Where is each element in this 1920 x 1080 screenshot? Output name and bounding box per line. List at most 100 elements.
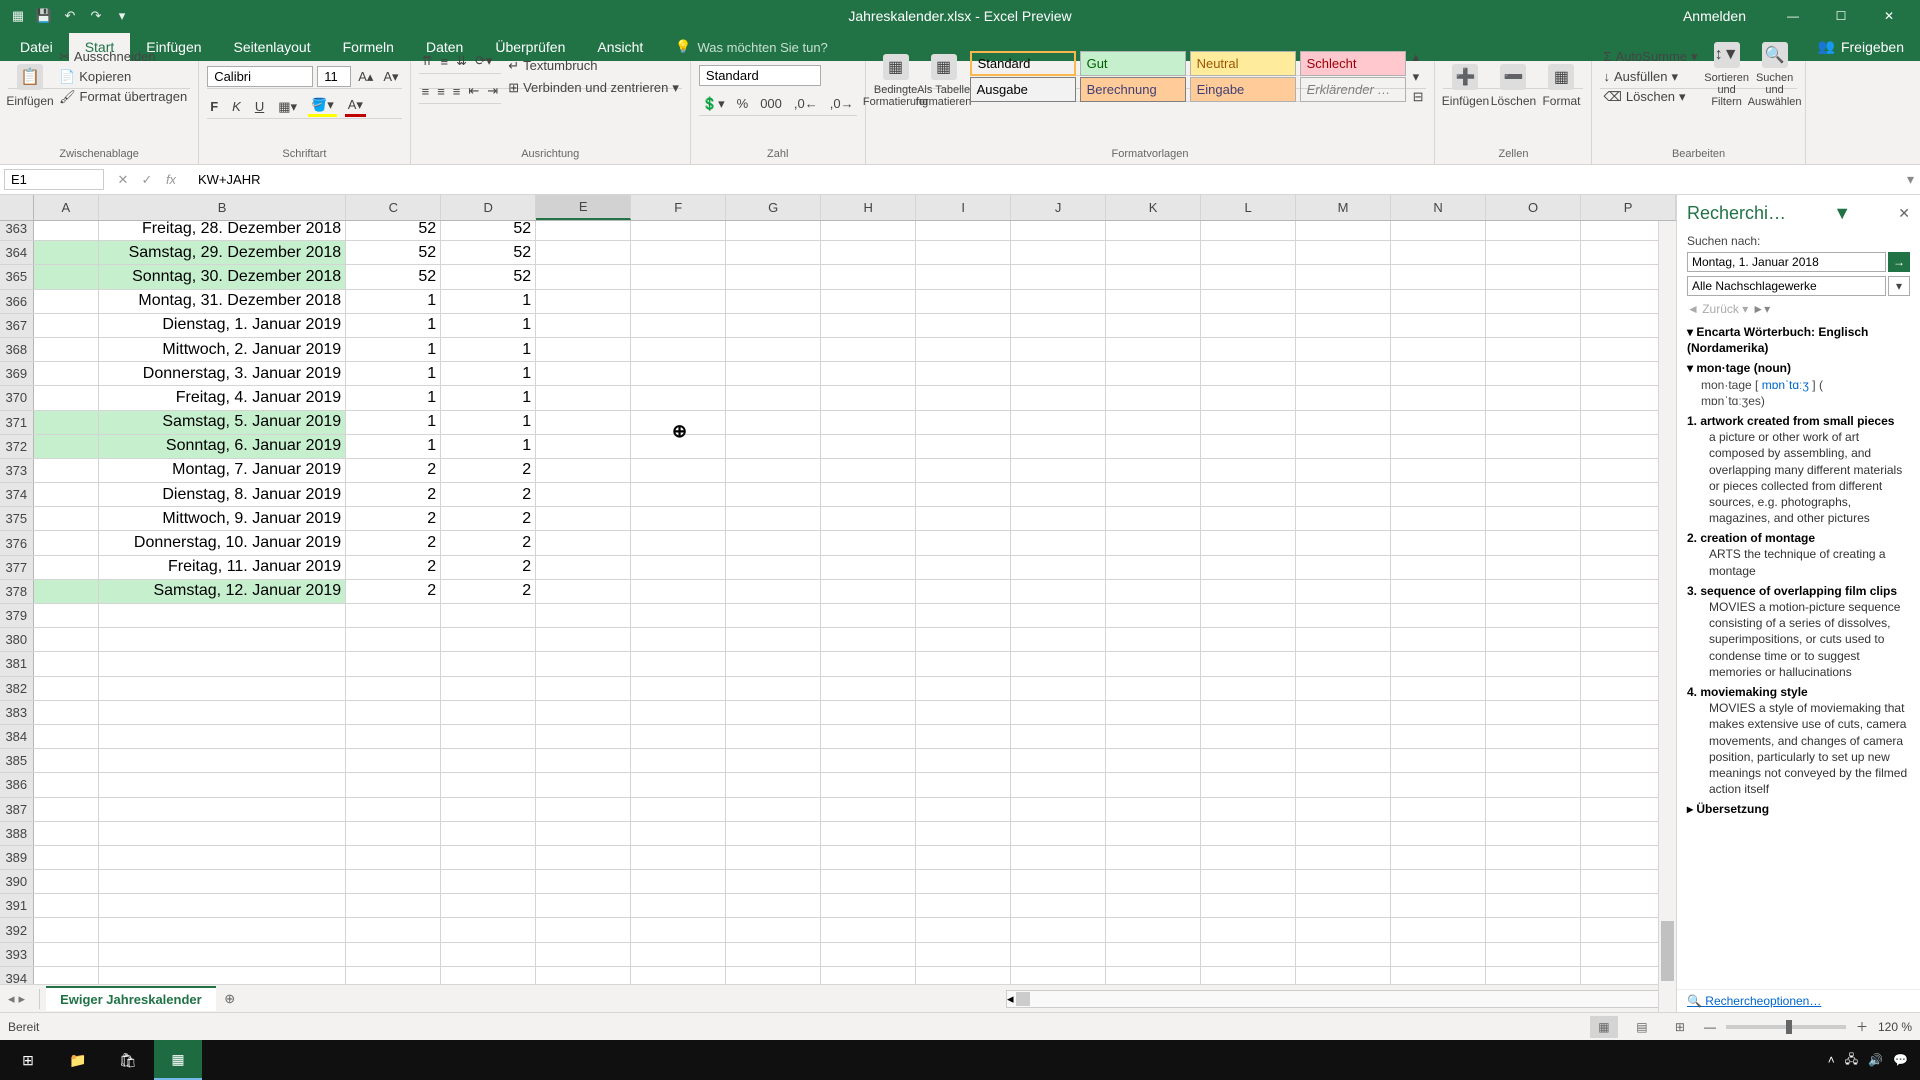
cell[interactable] <box>1296 435 1391 458</box>
zoom-out-icon[interactable]: — <box>1704 1020 1716 1034</box>
cell[interactable] <box>99 967 346 984</box>
cell[interactable] <box>1486 241 1581 264</box>
cell[interactable] <box>536 894 631 917</box>
row-header[interactable]: 366 <box>0 290 34 313</box>
cell[interactable] <box>536 338 631 361</box>
cell[interactable] <box>34 652 99 675</box>
cell[interactable] <box>1106 967 1201 984</box>
cell[interactable] <box>1391 580 1486 603</box>
cell[interactable] <box>1201 628 1296 651</box>
cell[interactable] <box>1486 846 1581 869</box>
cell[interactable] <box>1486 507 1581 530</box>
cell[interactable] <box>1011 628 1106 651</box>
cell[interactable] <box>1201 701 1296 724</box>
cell[interactable] <box>1201 677 1296 700</box>
orientation-icon[interactable]: ⟳▾ <box>472 52 495 70</box>
cell[interactable] <box>34 531 99 554</box>
cell[interactable] <box>726 870 821 893</box>
cell[interactable] <box>1011 725 1106 748</box>
cell[interactable]: Montag, 31. Dezember 2018 <box>99 290 346 313</box>
cell[interactable] <box>1391 483 1486 506</box>
cell[interactable] <box>631 531 726 554</box>
cell[interactable] <box>1011 652 1106 675</box>
cell[interactable] <box>1106 918 1201 941</box>
cell[interactable] <box>1296 338 1391 361</box>
cell[interactable] <box>1106 362 1201 385</box>
cell[interactable] <box>1296 507 1391 530</box>
cell[interactable] <box>1486 773 1581 796</box>
cell[interactable] <box>34 846 99 869</box>
cell[interactable] <box>1011 773 1106 796</box>
cell[interactable] <box>1296 314 1391 337</box>
cell[interactable]: 2 <box>441 507 536 530</box>
row-header[interactable]: 391 <box>0 894 34 917</box>
cell[interactable] <box>1106 507 1201 530</box>
cell[interactable] <box>536 701 631 724</box>
cell[interactable] <box>916 386 1011 409</box>
copy-button[interactable]: 📄Kopieren <box>56 68 190 86</box>
cell[interactable]: 52 <box>441 265 536 288</box>
cell[interactable] <box>1296 967 1391 984</box>
cell[interactable] <box>821 677 916 700</box>
cell[interactable] <box>1391 894 1486 917</box>
paste-button[interactable]: 📋Einfügen <box>8 42 52 112</box>
tray-network-icon[interactable]: 🖧 <box>1845 1050 1858 1071</box>
cell[interactable] <box>1296 701 1391 724</box>
cell[interactable] <box>631 580 726 603</box>
cell[interactable] <box>916 749 1011 772</box>
confirm-fx-icon[interactable]: ✓ <box>136 172 158 188</box>
row-header[interactable]: 363 <box>0 221 34 240</box>
style-neutral[interactable]: Neutral <box>1190 51 1296 76</box>
cell[interactable] <box>34 483 99 506</box>
cell[interactable] <box>1011 459 1106 482</box>
cell[interactable] <box>1391 652 1486 675</box>
cell[interactable] <box>1011 241 1106 264</box>
cell[interactable] <box>1106 604 1201 627</box>
cell[interactable] <box>34 459 99 482</box>
cell[interactable] <box>726 338 821 361</box>
cell[interactable] <box>536 531 631 554</box>
cell[interactable] <box>1486 918 1581 941</box>
cell[interactable] <box>821 221 916 240</box>
cell[interactable] <box>1296 773 1391 796</box>
cell[interactable]: 2 <box>441 459 536 482</box>
cell[interactable]: Freitag, 11. Januar 2019 <box>99 556 346 579</box>
cell[interactable] <box>726 701 821 724</box>
cell[interactable] <box>821 580 916 603</box>
cell[interactable] <box>346 677 441 700</box>
select-all-corner[interactable] <box>0 195 34 220</box>
cell[interactable] <box>1296 798 1391 821</box>
cell[interactable] <box>1011 580 1106 603</box>
cell[interactable] <box>1296 459 1391 482</box>
cell[interactable] <box>1296 725 1391 748</box>
sheet-nav-first-icon[interactable]: ◂ <box>8 991 15 1007</box>
cell[interactable] <box>1391 967 1486 984</box>
cell[interactable] <box>99 798 346 821</box>
cell[interactable] <box>1106 483 1201 506</box>
thousand-icon[interactable]: 000 <box>757 95 785 112</box>
cell[interactable] <box>441 773 536 796</box>
cell[interactable] <box>821 290 916 313</box>
cell[interactable] <box>99 894 346 917</box>
zoom-in-icon[interactable]: ＋ <box>1856 1018 1868 1035</box>
cell[interactable] <box>1011 894 1106 917</box>
cell[interactable] <box>916 894 1011 917</box>
cell[interactable] <box>1391 265 1486 288</box>
col-header-J[interactable]: J <box>1011 195 1106 220</box>
cell[interactable] <box>536 967 631 984</box>
cell[interactable]: 52 <box>346 221 441 240</box>
cell[interactable] <box>631 507 726 530</box>
cell[interactable] <box>1201 241 1296 264</box>
cell[interactable] <box>1201 580 1296 603</box>
cell[interactable] <box>1011 411 1106 434</box>
cell[interactable] <box>441 943 536 966</box>
cell[interactable] <box>34 798 99 821</box>
inc-decimal-icon[interactable]: ,0← <box>791 95 821 112</box>
row-header[interactable]: 379 <box>0 604 34 627</box>
cell[interactable] <box>34 435 99 458</box>
cell[interactable] <box>631 701 726 724</box>
cell[interactable] <box>916 290 1011 313</box>
cell[interactable] <box>1391 435 1486 458</box>
cell[interactable] <box>1106 531 1201 554</box>
cell[interactable] <box>1391 556 1486 579</box>
